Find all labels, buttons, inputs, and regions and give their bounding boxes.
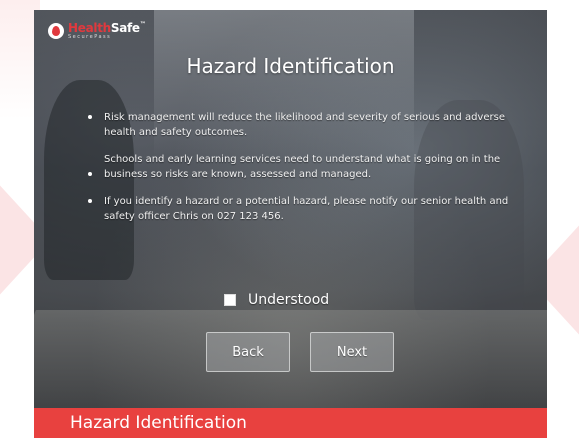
caption-bar: Hazard Identification xyxy=(34,408,547,438)
bullet-icon xyxy=(88,172,92,176)
brand-logo: HealthSafe™ SecurePass xyxy=(48,21,146,40)
background-photo-table xyxy=(34,310,547,408)
list-item-text: If you identify a hazard or a potential … xyxy=(104,196,509,222)
logo-wordmark: HealthSafe™ SecurePass xyxy=(68,21,146,40)
list-item: Risk management will reduce the likeliho… xyxy=(88,110,514,140)
logo-health-text: Health xyxy=(68,21,111,35)
bullet-icon xyxy=(88,115,92,119)
list-item: Schools and early learning services need… xyxy=(88,152,514,182)
list-item-text: Schools and early learning services need… xyxy=(104,154,501,180)
bullet-list: Risk management will reduce the likeliho… xyxy=(88,110,514,236)
shield-icon xyxy=(48,23,64,39)
logo-tagline: SecurePass xyxy=(68,34,112,40)
logo-safe-text: Safe xyxy=(110,21,140,35)
back-button[interactable]: Back xyxy=(206,332,290,372)
slide-title: Hazard Identification xyxy=(186,54,395,78)
list-item-text: Risk management will reduce the likeliho… xyxy=(104,112,505,138)
list-item: If you identify a hazard or a potential … xyxy=(88,194,514,224)
understood-label[interactable]: Understood xyxy=(248,292,329,308)
logo-trademark: ™ xyxy=(139,21,146,28)
course-slide: HealthSafe™ SecurePass Hazard Identifica… xyxy=(34,10,547,408)
understood-checkbox-row[interactable]: Understood xyxy=(224,292,329,308)
next-button[interactable]: Next xyxy=(310,332,394,372)
page: HealthSafe™ SecurePass Hazard Identifica… xyxy=(0,0,579,438)
bullet-icon xyxy=(88,199,92,203)
understood-checkbox[interactable] xyxy=(224,294,236,306)
